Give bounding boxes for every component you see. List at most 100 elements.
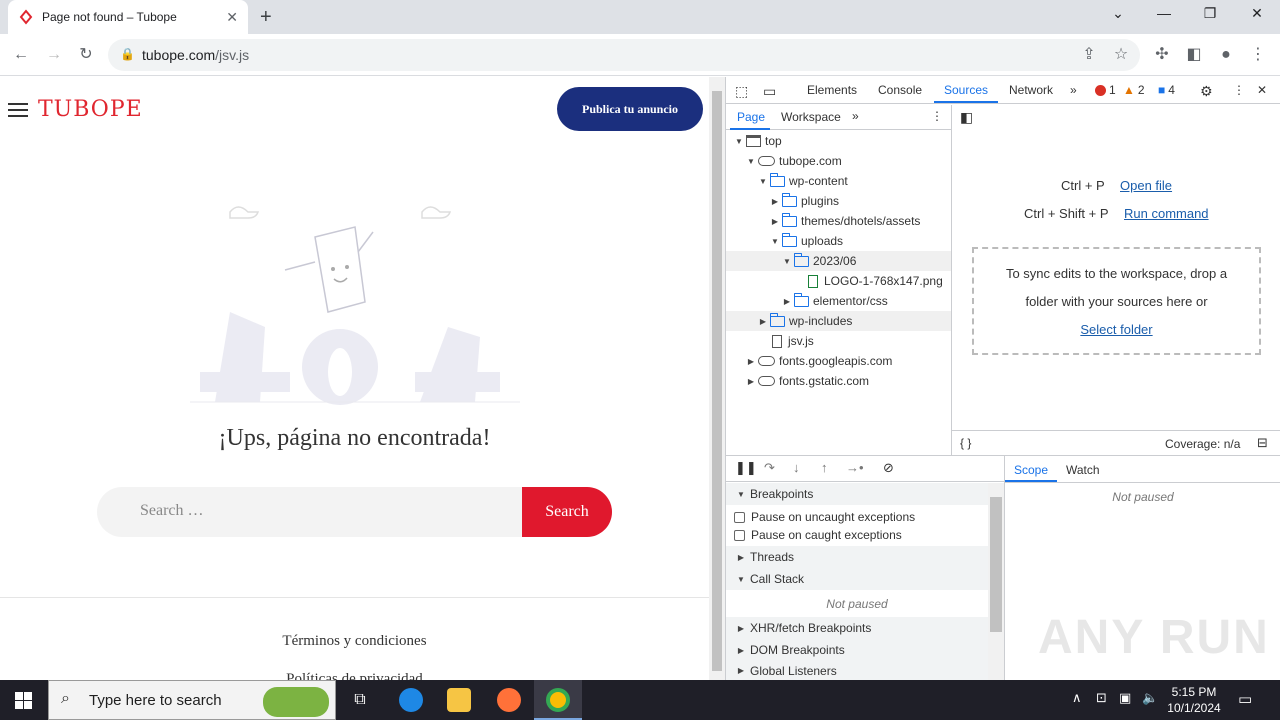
tree-item[interactable]: ▼ wp-content <box>726 171 951 191</box>
edge-icon[interactable] <box>399 688 423 712</box>
message-badge[interactable]: ■ 4 <box>1158 83 1175 97</box>
file-explorer-icon[interactable] <box>447 688 471 712</box>
lock-icon[interactable]: 🔒 <box>120 47 135 61</box>
site-logo[interactable]: TUBOPE <box>38 97 143 122</box>
step-icon[interactable]: →• <box>846 460 864 475</box>
collapsed-arrow-icon[interactable]: ▶ <box>746 357 756 366</box>
expanded-arrow-icon[interactable]: ▼ <box>746 157 756 166</box>
publica-anuncio-button[interactable]: Publica tu anuncio <box>557 87 703 131</box>
footer-link-privacy[interactable]: Políticas de privacidad <box>0 671 709 680</box>
minimize-icon[interactable]: — <box>1154 5 1174 21</box>
reload-icon[interactable]: ↻ <box>75 44 97 66</box>
tree-item[interactable]: LOGO-1-768x147.png <box>726 271 951 291</box>
step-out-icon[interactable]: ↑ <box>821 460 828 475</box>
close-window-icon[interactable]: ✕ <box>1247 5 1267 22</box>
tree-item[interactable]: jsv.js <box>726 331 951 351</box>
select-folder-link[interactable]: Select folder <box>974 316 1259 344</box>
open-file-link[interactable]: Open file <box>1120 178 1172 193</box>
tree-item[interactable]: ▼ tubope.com <box>726 151 951 171</box>
section-xhr-breakpoints[interactable]: ▶ XHR/fetch Breakpoints <box>726 617 988 639</box>
tree-item[interactable]: ▶ themes/dhotels/assets <box>726 211 951 231</box>
search-input[interactable]: Search … <box>140 502 204 520</box>
settings-gear-icon[interactable]: ⚙ <box>1200 83 1213 100</box>
devtools-menu-icon[interactable]: ⋮ <box>1233 83 1245 97</box>
address-bar[interactable]: 🔒 tubope.com/jsv.js ⇪ ☆ <box>108 39 1140 71</box>
close-tab-icon[interactable]: ✕ <box>226 9 238 26</box>
maximize-icon[interactable]: ❐ <box>1200 5 1220 22</box>
tray-chevron-icon[interactable]: ∧ <box>1072 690 1082 706</box>
section-breakpoints[interactable]: ▼ Breakpoints <box>726 483 988 505</box>
section-dom-breakpoints[interactable]: ▶ DOM Breakpoints <box>726 639 988 661</box>
new-tab-icon[interactable]: + <box>260 6 272 29</box>
toggle-debugger-icon[interactable]: ⊟ <box>1257 435 1268 451</box>
tab-console[interactable]: Console <box>878 83 922 97</box>
tab-watch[interactable]: Watch <box>1066 463 1100 477</box>
profile-avatar-icon[interactable]: ● <box>1215 44 1237 66</box>
tab-elements[interactable]: Elements <box>807 83 857 97</box>
nav-tab-workspace[interactable]: Workspace <box>781 110 841 124</box>
tree-item[interactable]: ▼ top <box>726 131 951 151</box>
more-nav-tabs-icon[interactable]: » <box>852 109 859 123</box>
step-over-icon[interactable]: ↷ <box>764 460 775 476</box>
pause-caught-checkbox[interactable]: Pause on caught exceptions <box>734 528 902 542</box>
expanded-arrow-icon[interactable]: ▼ <box>782 257 792 266</box>
nav-tab-page[interactable]: Page <box>737 110 765 124</box>
deactivate-breakpoints-icon[interactable]: ⊘ <box>883 460 894 476</box>
pause-uncaught-checkbox[interactable]: Pause on uncaught exceptions <box>734 510 915 524</box>
extensions-icon[interactable]: ✣ <box>1151 44 1173 66</box>
taskbar-clock[interactable]: 5:15 PM 10/1/2024 <box>1158 684 1230 716</box>
footer-link-terms[interactable]: Términos y condiciones <box>0 633 709 650</box>
notifications-icon[interactable]: ▭ <box>1238 690 1252 708</box>
expanded-arrow-icon[interactable]: ▼ <box>734 137 744 146</box>
device-toolbar-icon[interactable]: ▭ <box>763 83 776 100</box>
network-icon[interactable]: ▣ <box>1119 690 1131 706</box>
more-tabs-icon[interactable]: » <box>1070 83 1077 97</box>
section-global-listeners[interactable]: ▶ Global Listeners <box>726 661 988 680</box>
hamburger-menu-icon[interactable] <box>8 103 28 121</box>
workspace-drop-zone[interactable]: To sync edits to the workspace, drop a f… <box>972 247 1261 355</box>
tree-item[interactable]: ▶ fonts.googleapis.com <box>726 351 951 371</box>
expanded-arrow-icon[interactable]: ▼ <box>758 177 768 186</box>
tree-item[interactable]: ▶ fonts.gstatic.com <box>726 371 951 391</box>
run-command-link[interactable]: Run command <box>1124 206 1209 221</box>
chrome-icon[interactable] <box>546 688 570 712</box>
collapsed-arrow-icon[interactable]: ▶ <box>770 197 780 206</box>
tree-item[interactable]: ▶ elementor/css <box>726 291 951 311</box>
close-devtools-icon[interactable]: ✕ <box>1257 83 1267 97</box>
windows-start-icon[interactable] <box>15 692 32 709</box>
inspect-element-icon[interactable]: ⬚ <box>735 83 748 100</box>
section-threads[interactable]: ▶ Threads <box>726 546 988 568</box>
collapsed-arrow-icon[interactable]: ▶ <box>770 217 780 226</box>
menu-kebab-icon[interactable]: ⋮ <box>1247 44 1269 66</box>
bookmark-star-icon[interactable]: ☆ <box>1110 44 1132 66</box>
tray-device-icon[interactable]: ⊡ <box>1096 690 1107 706</box>
section-call-stack[interactable]: ▼ Call Stack <box>726 568 988 590</box>
page-scrollbar[interactable] <box>709 77 725 680</box>
tree-item[interactable]: ▼ 2023/06 <box>726 251 951 271</box>
browser-tab[interactable]: Page not found – Tubope ✕ <box>8 0 248 34</box>
firefox-icon[interactable] <box>497 688 521 712</box>
tab-sources[interactable]: Sources <box>944 83 988 97</box>
search-button[interactable]: Search <box>522 487 612 537</box>
tab-scope[interactable]: Scope <box>1014 463 1048 477</box>
volume-icon[interactable]: 🔈 <box>1142 690 1158 706</box>
tree-item[interactable]: ▶ plugins <box>726 191 951 211</box>
tab-search-chevron-icon[interactable]: ⌄ <box>1108 5 1128 22</box>
navigator-menu-icon[interactable]: ⋮ <box>931 109 943 123</box>
pretty-print-icon[interactable]: { } <box>960 436 971 450</box>
task-view-icon[interactable]: ⧉ <box>348 688 372 712</box>
collapsed-arrow-icon[interactable]: ▶ <box>746 377 756 386</box>
share-icon[interactable]: ⇪ <box>1078 44 1100 66</box>
tab-network[interactable]: Network <box>1009 83 1053 97</box>
back-icon[interactable]: ← <box>10 44 32 66</box>
debugger-scrollbar[interactable] <box>988 483 1004 680</box>
collapsed-arrow-icon[interactable]: ▶ <box>782 297 792 306</box>
warning-badge[interactable]: ▲ 2 <box>1123 83 1145 97</box>
error-badge[interactable]: 1 <box>1095 83 1116 97</box>
taskbar-search-box[interactable]: ⌕ Type here to search <box>48 680 336 720</box>
expanded-arrow-icon[interactable]: ▼ <box>770 237 780 246</box>
tree-item[interactable]: ▶ wp-includes <box>726 311 951 331</box>
tree-item[interactable]: ▼ uploads <box>726 231 951 251</box>
step-into-icon[interactable]: ↓ <box>793 460 800 475</box>
pause-icon[interactable]: ❚❚ <box>735 460 757 476</box>
